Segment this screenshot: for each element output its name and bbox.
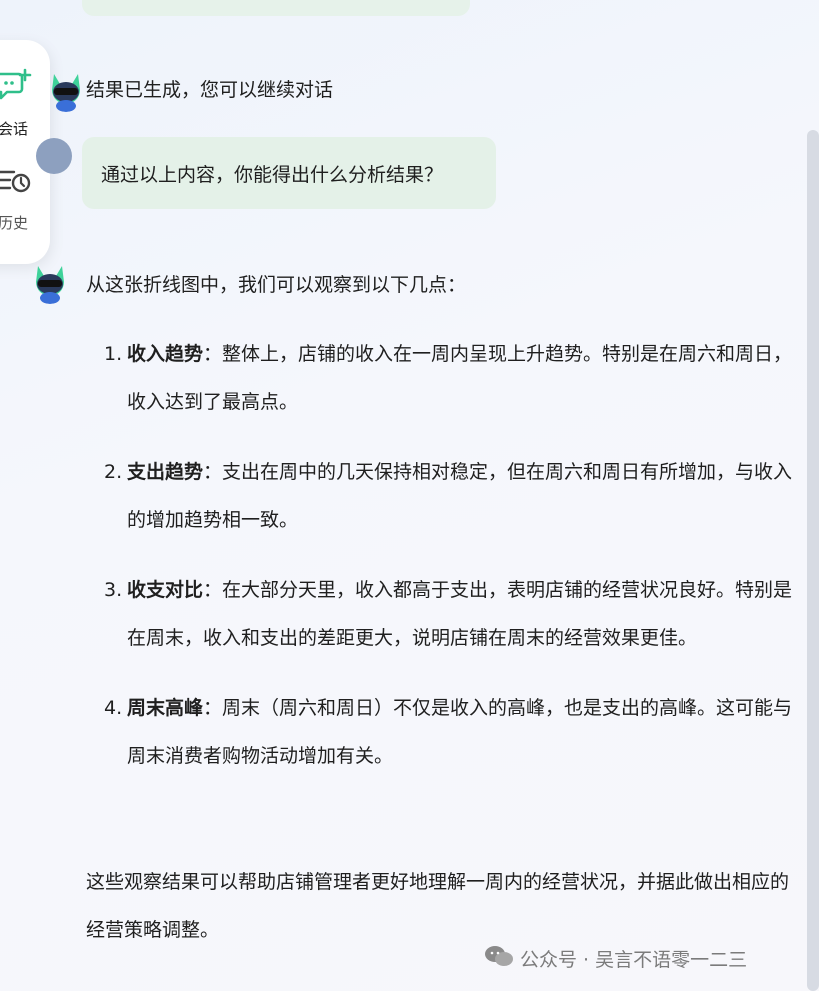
answer-intro: 从这张折线图中，我们可以观察到以下几点： xyxy=(86,274,467,296)
bot-avatar xyxy=(46,68,86,112)
generated-status: 结果已生成，您可以继续对话 xyxy=(86,79,334,101)
bot-avatar xyxy=(30,260,70,304)
history-icon xyxy=(0,166,32,200)
list-item: 1. 收入趋势：整体上，店铺的收入在一周内呈现上升趋势。特别是在周六和周日，收入… xyxy=(104,330,804,426)
list-item-number: 2. xyxy=(104,461,123,483)
watermark: 公众号 · 吴言不语零一二三 xyxy=(484,944,747,973)
new-chat-label: 会话 xyxy=(0,120,29,138)
answer-conclusion: 这些观察结果可以帮助店铺管理者更好地理解一周内的经营状况，并据此做出相应的经营策… xyxy=(86,871,790,941)
scrollbar[interactable] xyxy=(807,130,819,991)
previous-message-bubble xyxy=(82,0,470,16)
list-item: 3. 收支对比：在大部分天里，收入都高于支出，表明店铺的经营状况良好。特别是在周… xyxy=(104,566,804,662)
list-item: 4. 周末高峰：周末（周六和周日）不仅是收入的高峰，也是支出的高峰。这可能与周末… xyxy=(104,684,804,780)
wechat-icon xyxy=(484,944,514,973)
user-avatar xyxy=(36,138,72,174)
list-item-title: 收支对比 xyxy=(127,579,204,601)
list-item-text: ：周末（周六和周日）不仅是收入的高峰，也是支出的高峰。这可能与周末消费者购物活动… xyxy=(127,697,793,767)
list-item-text: ：在大部分天里，收入都高于支出，表明店铺的经营状况良好。特别是在周末，收入和支出… xyxy=(127,579,793,649)
list-item-number: 4. xyxy=(104,697,123,719)
list-item-number: 1. xyxy=(104,343,123,365)
list-item-text: ：支出在周中的几天保持相对稳定，但在周六和周日有所增加，与收入的增加趋势相一致。 xyxy=(127,461,793,531)
list-item: 2. 支出趋势：支出在周中的几天保持相对稳定，但在周六和周日有所增加，与收入的增… xyxy=(104,448,804,544)
list-item-title: 周末高峰 xyxy=(127,697,204,719)
user-message-bubble: 通过以上内容，你能得出什么分析结果？ xyxy=(82,137,496,209)
list-item-title: 支出趋势 xyxy=(127,461,204,483)
history-label: 历史 xyxy=(0,214,29,232)
list-item-number: 3. xyxy=(104,579,123,601)
watermark-text: 公众号 · 吴言不语零一二三 xyxy=(520,949,748,971)
new-chat-icon xyxy=(0,68,32,106)
list-item-text: ：整体上，店铺的收入在一周内呈现上升趋势。特别是在周六和周日，收入达到了最高点。 xyxy=(127,343,793,413)
answer-list: 1. 收入趋势：整体上，店铺的收入在一周内呈现上升趋势。特别是在周六和周日，收入… xyxy=(104,330,804,802)
user-message-text: 通过以上内容，你能得出什么分析结果？ xyxy=(101,164,444,186)
list-item-title: 收入趋势 xyxy=(127,343,204,365)
